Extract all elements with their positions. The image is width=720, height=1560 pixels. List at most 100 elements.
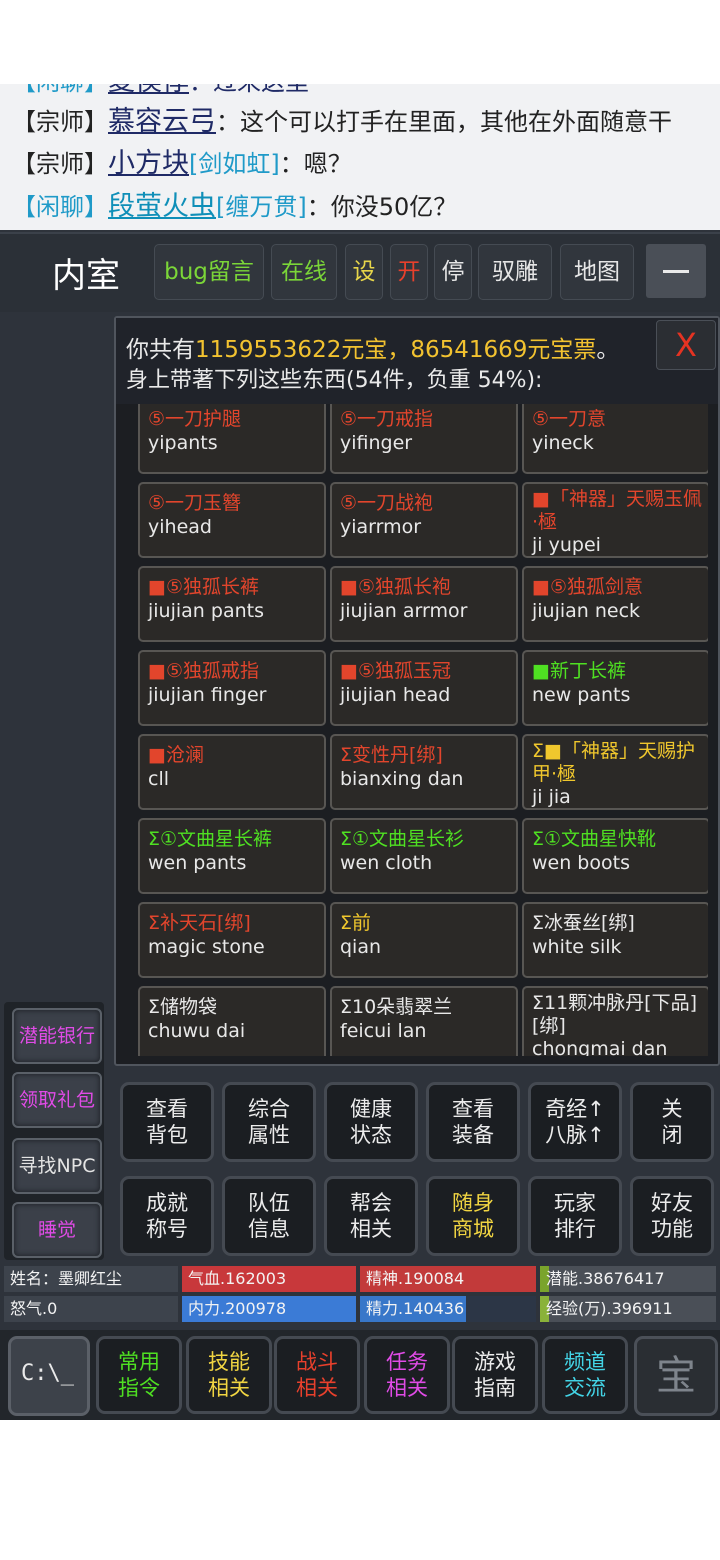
chat-player-name[interactable]: 夏侯惇 [108,84,189,97]
inventory-item[interactable]: Σ■「神器」天赐护甲·極 ji jia [522,734,708,810]
find-npc-button[interactable]: 寻找NPC [12,1138,102,1194]
settings-button[interactable]: 设 [345,244,383,300]
inventory-grid[interactable]: ⑤一刀护腿 yipants ⑤一刀戒指 yifinger ⑤一刀意 yineck ⑤一… [136,404,708,1056]
chat-player-name[interactable]: 段萤火虫 [108,191,216,222]
inventory-panel: 你共有1159553622元宝，86541669元宝票。 身上带著下列这些东西(… [114,316,720,1066]
inventory-item[interactable]: Σ①文曲星长裤 wen pants [138,818,326,894]
item-name: ⑤一刀意 [532,408,607,430]
energy-value: 精力.140436 [366,1299,465,1318]
inventory-item[interactable]: ■「神器」天赐玉佩·極 ji yupei [522,482,708,558]
bug-report-button[interactable]: bug留言 [154,244,264,300]
inventory-item[interactable]: Σ储物袋 chuwu dai [138,986,326,1056]
internal-power-bar: 内力.200978 [182,1296,356,1322]
item-id: yihead [148,516,212,538]
minimize-icon[interactable] [646,244,706,298]
player-name-stat: 姓名：墨卿红尘 [4,1266,178,1292]
health-status-button[interactable]: 健康 状态 [324,1082,418,1162]
inventory-item[interactable]: Σ前 qian [330,902,518,978]
inventory-item[interactable]: Σ①文曲星长衫 wen cloth [330,818,518,894]
potential-bar: 潜能.38676417 [540,1266,716,1292]
inventory-item[interactable]: ■沧澜 cll [138,734,326,810]
chat-player-name[interactable]: 慕容云弓 [108,106,216,137]
console-icon[interactable]: C:\_ [8,1336,90,1416]
item-name: ■沧澜 [148,744,204,766]
inventory-item[interactable]: ■⑤独孤剑意 jiujian neck [522,566,708,642]
item-name: ■⑤独孤玉冠 [340,660,451,682]
item-name: ■「神器」天赐玉佩·極 [532,488,702,533]
item-name: ⑤一刀战袍 [340,492,434,514]
online-button[interactable]: 在线 [271,244,337,300]
combat-button[interactable]: 战斗 相关 [274,1336,360,1414]
start-button[interactable]: 开 [390,244,428,300]
item-name: Σ冰蚕丝[绑] [532,912,635,934]
map-button[interactable]: 地图 [560,244,634,300]
chat-player-name[interactable]: 小方块 [108,148,189,179]
sleep-button[interactable]: 睡觉 [12,1202,102,1258]
item-id: magic stone [148,936,265,958]
chat-message: ：你没50亿？ [306,193,458,221]
bottom-menu-bar: C:\_ 常用 指令 技能 相关 战斗 相关 任务 相关 游戏 指南 频道 交流 宝 [0,1330,720,1420]
treasure-icon[interactable]: 宝 [634,1336,718,1416]
inventory-item[interactable]: Σ冰蚕丝[绑] white silk [522,902,708,978]
close-icon[interactable]: X [656,320,716,370]
item-id: ji yupei [532,534,601,556]
hp-bar: 气血.162003 [182,1266,356,1292]
common-commands-button[interactable]: 常用 指令 [96,1336,182,1414]
view-equipment-button[interactable]: 查看 装备 [426,1082,520,1162]
friends-button[interactable]: 好友 功能 [630,1176,714,1256]
potential-bank-button[interactable]: 潜能银行 [12,1008,102,1064]
guild-button[interactable]: 帮会 相关 [324,1176,418,1256]
shop-button[interactable]: 随身 商城 [426,1176,520,1256]
skills-button[interactable]: 技能 相关 [186,1336,272,1414]
close-menu-button[interactable]: 关闭 [630,1082,714,1162]
inventory-item[interactable]: ■⑤独孤玉冠 jiujian head [330,650,518,726]
view-backpack-button[interactable]: 查看 背包 [120,1082,214,1162]
item-name: ■⑤独孤长裤 [148,576,259,598]
stop-button[interactable]: 停 [434,244,472,300]
inventory-item[interactable]: ⑤一刀戒指 yifinger [330,404,518,474]
item-name: Σ前 [340,912,372,934]
inventory-item[interactable]: ■⑤独孤长裤 jiujian pants [138,566,326,642]
inventory-header: 你共有1159553622元宝，86541669元宝票。 身上带著下列这些东西(… [116,318,718,404]
inventory-item[interactable]: ⑤一刀战袍 yiarrmor [330,482,518,558]
chat-message: ：过来这里 [189,84,309,96]
inventory-item[interactable]: ⑤一刀意 yineck [522,404,708,474]
inventory-item[interactable]: Σ10朵翡翠兰 feicui lan [330,986,518,1056]
status-bar-area [0,0,720,84]
item-name: ⑤一刀护腿 [148,408,242,430]
inventory-item[interactable]: ■⑤独孤长袍 jiujian arrmor [330,566,518,642]
inventory-item[interactable]: ⑤一刀护腿 yipants [138,404,326,474]
item-id: cll [148,768,170,790]
item-id: ji jia [532,786,571,808]
potential-value: 潜能.38676417 [546,1269,665,1288]
team-info-button[interactable]: 队伍 信息 [222,1176,316,1256]
inventory-item[interactable]: Σ①文曲星快靴 wen boots [522,818,708,894]
achievements-button[interactable]: 成就 称号 [120,1176,214,1256]
attributes-button[interactable]: 综合 属性 [222,1082,316,1162]
item-id: wen pants [148,852,247,874]
item-name: Σ①文曲星长衫 [340,828,465,850]
meridians-button[interactable]: 奇经↑ 八脉↑ [528,1082,622,1162]
item-id: chuwu dai [148,1020,246,1042]
room-title: 内室 [52,256,120,296]
inventory-item[interactable]: ■新丁长裤 new pants [522,650,708,726]
inventory-item[interactable]: ⑤一刀玉簪 yihead [138,482,326,558]
inventory-item[interactable]: ■⑤独孤戒指 jiujian finger [138,650,326,726]
spirit-value: 精神.190084 [366,1269,465,1288]
item-id: yiarrmor [340,516,422,538]
game-guide-button[interactable]: 游戏 指南 [452,1336,538,1414]
item-name: Σ11颗冲脉丹[下品][绑] [532,992,698,1037]
energy-bar: 精力.140436 [360,1296,536,1322]
quests-button[interactable]: 任务 相关 [364,1336,450,1414]
item-id: chongmai dan [532,1038,668,1056]
claim-gift-button[interactable]: 领取礼包 [12,1072,102,1128]
eagle-ride-button[interactable]: 驭雕 [478,244,552,300]
item-id: jiujian finger [148,684,267,706]
inventory-item[interactable]: Σ变性丹[绑] bianxing dan [330,734,518,810]
channel-chat-button[interactable]: 频道 交流 [542,1336,628,1414]
ranking-button[interactable]: 玩家 排行 [528,1176,622,1256]
item-name: Σ储物袋 [148,996,218,1018]
inventory-item[interactable]: Σ补天石[绑] magic stone [138,902,326,978]
inventory-item[interactable]: Σ11颗冲脉丹[下品][绑] chongmai dan [522,986,708,1056]
chat-panel[interactable]: 【闲聊】夏侯惇：过来这里 【宗师】慕容云弓：这个可以打手在里面，其他在外面随意干… [0,84,720,230]
